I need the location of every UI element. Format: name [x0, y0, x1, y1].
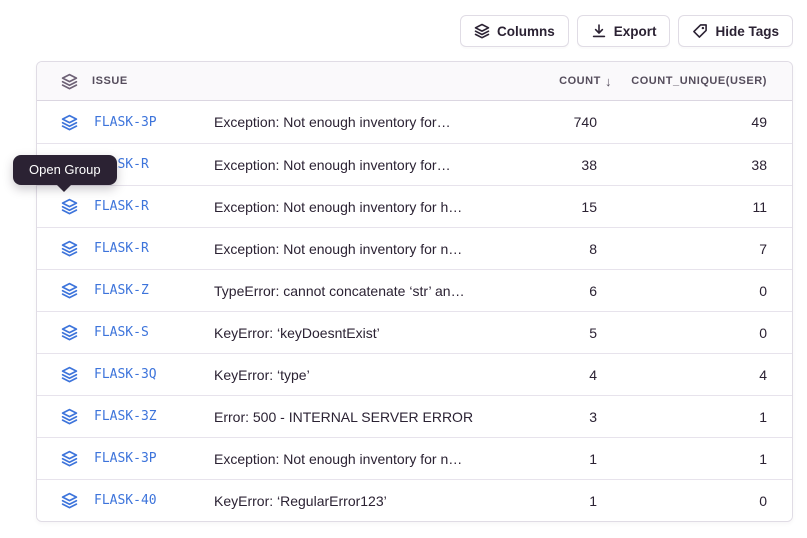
hide-tags-button-label: Hide Tags [715, 24, 779, 39]
issue-cell: FLASK-R [37, 240, 214, 257]
table-row: FLASK-3P Exception: Not enough inventory… [37, 437, 792, 479]
column-header-count-unique[interactable]: COUNT_UNIQUE(USER) [612, 75, 792, 87]
tooltip-text: Open Group [29, 162, 101, 177]
open-group-layers-icon[interactable] [61, 114, 78, 131]
issue-id-link[interactable]: FLASK-3Q [94, 367, 157, 382]
count-unique-value: 7 [612, 241, 792, 257]
open-group-layers-icon[interactable] [61, 366, 78, 383]
sort-desc-icon: ↓ [605, 74, 612, 89]
issue-id-link[interactable]: FLASK-R [94, 241, 149, 256]
toolbar: Columns Export Hide Tags [460, 15, 793, 47]
count-value: 4 [504, 367, 612, 383]
issue-message: Exception: Not enough inventory for… [214, 114, 504, 130]
issue-id-link[interactable]: FLASK-S [94, 325, 149, 340]
column-header-issue-label: ISSUE [92, 75, 128, 87]
issue-id-link[interactable]: FLASK-R [94, 199, 149, 214]
count-value: 3 [504, 409, 612, 425]
count-value: 8 [504, 241, 612, 257]
tag-icon [692, 23, 708, 39]
table-header-row: ISSUE COUNT ↓ COUNT_UNIQUE(USER) [37, 62, 792, 101]
issue-id-link[interactable]: FLASK-3Z [94, 409, 157, 424]
open-group-layers-icon[interactable] [61, 282, 78, 299]
columns-button-label: Columns [497, 24, 555, 39]
table-row: FLASK-S KeyError: ‘keyDoesntExist’ 5 0 [37, 311, 792, 353]
open-group-layers-icon[interactable] [61, 324, 78, 341]
issue-message: Exception: Not enough inventory for h… [214, 199, 504, 215]
issue-message: Exception: Not enough inventory for n… [214, 451, 504, 467]
export-button[interactable]: Export [577, 15, 671, 47]
count-value: 1 [504, 493, 612, 509]
count-value: 740 [504, 114, 612, 130]
issue-message: Exception: Not enough inventory for… [214, 157, 504, 173]
column-header-count-label: COUNT [559, 75, 601, 87]
issue-id-link[interactable]: FLASK-Z [94, 283, 149, 298]
table-body: FLASK-3P Exception: Not enough inventory… [37, 101, 792, 521]
table-row: FLASK-R Exception: Not enough inventory … [37, 185, 792, 227]
issue-cell: FLASK-3Q [37, 366, 214, 383]
column-header-count-unique-label: COUNT_UNIQUE(USER) [631, 75, 767, 87]
table-row: FLASK-3Z Error: 500 - INTERNAL SERVER ER… [37, 395, 792, 437]
column-header-issue: ISSUE [37, 73, 214, 90]
table-row: FLASK-3P Exception: Not enough inventory… [37, 101, 792, 143]
table-row: FLASK-40 KeyError: ‘RegularError123’ 1 0 [37, 479, 792, 521]
count-value: 5 [504, 325, 612, 341]
hide-tags-button[interactable]: Hide Tags [678, 15, 793, 47]
count-unique-value: 1 [612, 409, 792, 425]
issue-message: TypeError: cannot concatenate ‘str’ an… [214, 283, 504, 299]
issue-message: Error: 500 - INTERNAL SERVER ERROR [214, 409, 504, 425]
results-table: ISSUE COUNT ↓ COUNT_UNIQUE(USER) FLASK-3… [36, 61, 793, 522]
count-value: 6 [504, 283, 612, 299]
tooltip: Open Group [13, 155, 117, 185]
open-group-layers-icon[interactable] [61, 198, 78, 215]
count-unique-value: 4 [612, 367, 792, 383]
count-unique-value: 0 [612, 325, 792, 341]
count-value: 38 [504, 157, 612, 173]
table-row: FLASK-Z TypeError: cannot concatenate ‘s… [37, 269, 792, 311]
issue-id-link[interactable]: FLASK-3P [94, 115, 157, 130]
export-button-label: Export [614, 24, 657, 39]
count-value: 1 [504, 451, 612, 467]
open-group-layers-icon[interactable] [61, 492, 78, 509]
issue-cell: FLASK-40 [37, 492, 214, 509]
table-row: FLASK-3Q KeyError: ‘type’ 4 4 [37, 353, 792, 395]
layers-icon [474, 23, 490, 39]
issue-cell: FLASK-S [37, 324, 214, 341]
issue-message: KeyError: ‘RegularError123’ [214, 493, 504, 509]
open-group-layers-icon[interactable] [61, 450, 78, 467]
issue-message: Exception: Not enough inventory for n… [214, 241, 504, 257]
issue-cell: FLASK-3Z [37, 408, 214, 425]
issue-id-link[interactable]: FLASK-40 [94, 493, 157, 508]
issue-cell: FLASK-Z [37, 282, 214, 299]
count-value: 15 [504, 199, 612, 215]
columns-button[interactable]: Columns [460, 15, 569, 47]
issue-cell: FLASK-R [37, 198, 214, 215]
count-unique-value: 1 [612, 451, 792, 467]
open-group-layers-icon[interactable] [61, 240, 78, 257]
issue-cell: FLASK-3P [37, 450, 214, 467]
count-unique-value: 11 [612, 199, 792, 215]
count-unique-value: 38 [612, 157, 792, 173]
download-icon [591, 23, 607, 39]
count-unique-value: 0 [612, 493, 792, 509]
count-unique-value: 0 [612, 283, 792, 299]
open-group-layers-icon[interactable] [61, 408, 78, 425]
issue-id-link[interactable]: FLASK-3P [94, 451, 157, 466]
issue-message: KeyError: ‘type’ [214, 367, 504, 383]
column-header-count[interactable]: COUNT ↓ [504, 74, 612, 89]
issue-message: KeyError: ‘keyDoesntExist’ [214, 325, 504, 341]
count-unique-value: 49 [612, 114, 792, 130]
table-row: FLASK-R Exception: Not enough inventory … [37, 143, 792, 185]
table-row: FLASK-R Exception: Not enough inventory … [37, 227, 792, 269]
layers-icon [61, 73, 78, 90]
issue-cell: FLASK-3P [37, 114, 214, 131]
